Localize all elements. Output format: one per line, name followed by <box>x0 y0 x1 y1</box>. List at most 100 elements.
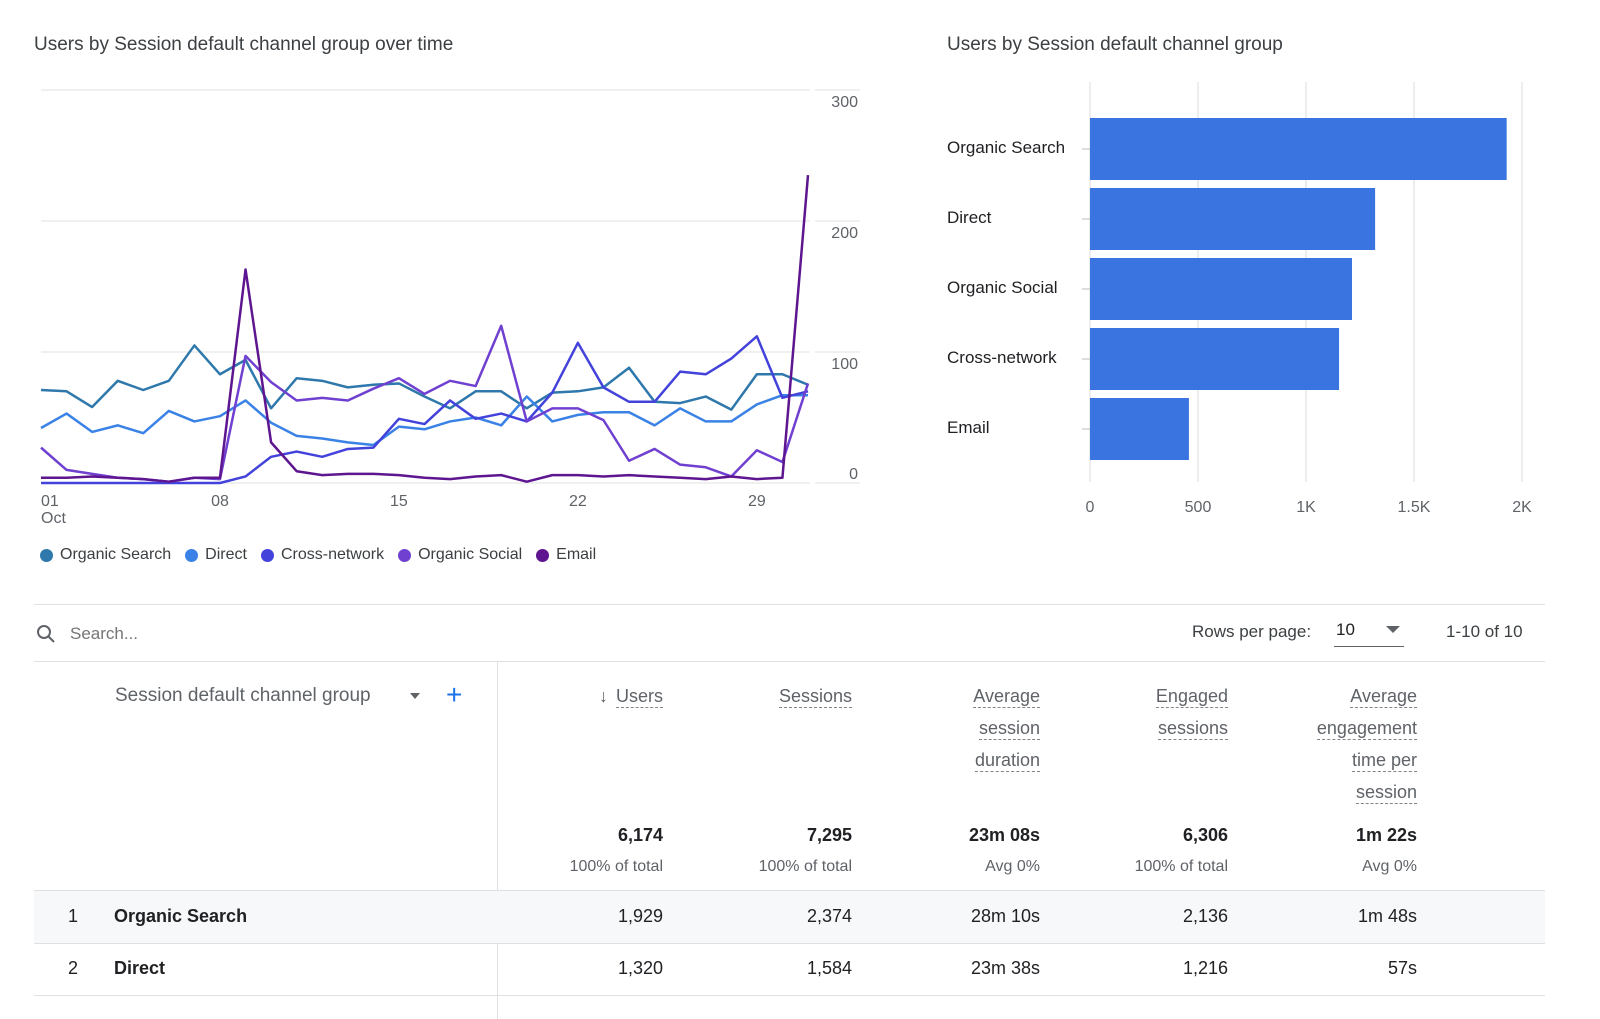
row-cell: 1,929 <box>617 906 663 926</box>
add-dimension-plus-icon[interactable]: + <box>446 680 462 710</box>
column-header-text: engagement <box>1316 718 1417 740</box>
bar-category-label: Organic Social <box>947 278 1058 297</box>
series-line-direct[interactable] <box>40 393 808 447</box>
column-total-sub: 100% of total <box>1134 858 1228 875</box>
column-header-text: session <box>978 718 1040 740</box>
column-header[interactable]: Average session duration <box>973 682 1040 778</box>
column-header[interactable]: Average engagement time per session <box>1316 682 1417 810</box>
row-channel-name[interactable]: Organic Search <box>114 906 247 927</box>
bar-category-label: Email <box>947 418 990 437</box>
legend-label: Organic Social <box>418 546 523 563</box>
search-input[interactable] <box>68 620 472 648</box>
bar-category-label: Cross-network <box>947 348 1057 367</box>
bar-category-label: Direct <box>947 208 992 227</box>
line-chart-title: Users by Session default channel group o… <box>34 34 454 55</box>
bar-chart-title: Users by Session default channel group <box>947 34 1283 55</box>
legend-label: Cross-network <box>280 546 385 563</box>
column-header-line: ↓ Users <box>599 682 663 714</box>
bar-organic-social[interactable] <box>1090 258 1353 320</box>
legend-dot-icon <box>260 548 274 562</box>
column-header-text: time per <box>1351 750 1417 772</box>
column-total: 1m 22s <box>1355 825 1417 845</box>
column-header-text: session <box>1355 782 1417 804</box>
column-header-text: duration <box>974 750 1040 772</box>
column-header-text: Average <box>1350 686 1417 708</box>
column-total-sub: Avg 0% <box>985 858 1040 875</box>
column-total-sub: 100% of total <box>758 858 852 875</box>
line-chart: 0 100 200 300 01Oct 08 15 22 29 <box>40 89 860 527</box>
x-tick-label: 1.5K <box>1398 499 1431 516</box>
series-line-organic-search[interactable] <box>40 344 809 411</box>
search-icon <box>37 625 55 643</box>
row-cell: 1,584 <box>806 958 852 978</box>
legend-dot-icon <box>40 548 53 562</box>
column-header-text: Users <box>615 686 663 708</box>
legend-item-organic-social[interactable]: Organic Social <box>398 546 522 564</box>
bar-cross-network[interactable] <box>1090 328 1340 390</box>
rows-per-page-select[interactable]: 10 <box>1334 616 1404 647</box>
rows-per-page-value: 10 <box>1336 620 1355 639</box>
column-header-line: time per <box>1317 746 1417 778</box>
row-cell: 1m 48s <box>1357 906 1417 926</box>
legend-dot-icon <box>398 548 412 562</box>
dimension-header[interactable]: Session default channel group <box>115 685 371 707</box>
dimension-dropdown-icon[interactable] <box>410 693 420 699</box>
column-total-sub: Avg 0% <box>1362 858 1417 875</box>
column-total: 23m 08s <box>968 825 1040 845</box>
column-header-line: engagement <box>1316 714 1417 746</box>
column-header-line: session <box>973 714 1040 746</box>
bar-organic-search[interactable] <box>1090 118 1507 180</box>
row-cell: 1,216 <box>1182 958 1228 978</box>
row-cell: 1,320 <box>617 958 663 978</box>
bar-direct[interactable] <box>1090 188 1376 250</box>
column-total: 6,174 <box>617 825 663 845</box>
legend-item-organic-search[interactable]: Organic Search <box>40 546 171 564</box>
legend-label: Direct <box>205 546 247 563</box>
x-tick-label: 0 <box>1086 499 1095 516</box>
column-header-line: Average <box>1317 682 1417 714</box>
column-header-text: Average <box>973 686 1040 708</box>
x-tick-label: 15 <box>390 493 408 510</box>
rows-per-page-label: Rows per page: <box>1192 622 1312 641</box>
x-tick-sublabel: Oct <box>41 510 66 527</box>
row-cell: 57s <box>1387 958 1417 978</box>
column-header-line: En <box>1549 682 1590 714</box>
divider <box>34 604 1545 605</box>
bar-email[interactable] <box>1090 398 1189 460</box>
series-line-cross-network[interactable] <box>41 335 809 485</box>
column-header[interactable]: En sessi <box>1549 682 1590 746</box>
x-tick-label: 08 <box>211 493 229 510</box>
row-channel-name[interactable]: Direct <box>114 958 165 979</box>
column-header[interactable]: Sessions <box>778 682 852 714</box>
series-line-organic-social[interactable] <box>40 324 810 483</box>
column-header[interactable]: ↓ Users <box>599 682 663 714</box>
table-row[interactable] <box>34 891 1545 944</box>
bar-category-label: Organic Search <box>947 138 1066 157</box>
row-rank: 1 <box>68 906 79 926</box>
legend-item-direct[interactable]: Direct <box>185 546 247 564</box>
divider <box>34 661 1545 662</box>
legend-item-cross-network[interactable]: Cross-network <box>260 546 385 564</box>
x-tick-label: 1K <box>1296 499 1316 516</box>
column-header[interactable]: Engaged sessions <box>1155 682 1228 746</box>
row-cell: 2,374 <box>806 906 852 926</box>
column-header-text: Sessions <box>778 686 852 708</box>
legend-item-email[interactable]: Email <box>536 546 596 564</box>
column-header-line: Sessions <box>778 682 852 714</box>
column-header-line: sessi <box>1549 714 1590 746</box>
sort-arrow-down-icon: ↓ <box>598 686 608 706</box>
column-header-line: Average <box>973 682 1040 714</box>
y-tick-label: 100 <box>831 356 858 373</box>
column-header-line: Engaged <box>1155 682 1228 714</box>
x-tick-label: 2K <box>1512 499 1532 516</box>
y-tick-label: 0 <box>849 466 858 483</box>
column-total: 7,295 <box>806 825 852 845</box>
x-tick-label: 29 <box>748 493 766 510</box>
dropdown-arrow-icon <box>1386 626 1400 633</box>
column-total: 6,306 <box>1182 825 1228 845</box>
legend-dot-icon <box>185 548 199 562</box>
legend-label: Email <box>556 546 597 563</box>
table-row[interactable] <box>34 943 1545 996</box>
legend-dot-icon <box>536 548 550 562</box>
y-tick-label: 300 <box>831 94 858 111</box>
